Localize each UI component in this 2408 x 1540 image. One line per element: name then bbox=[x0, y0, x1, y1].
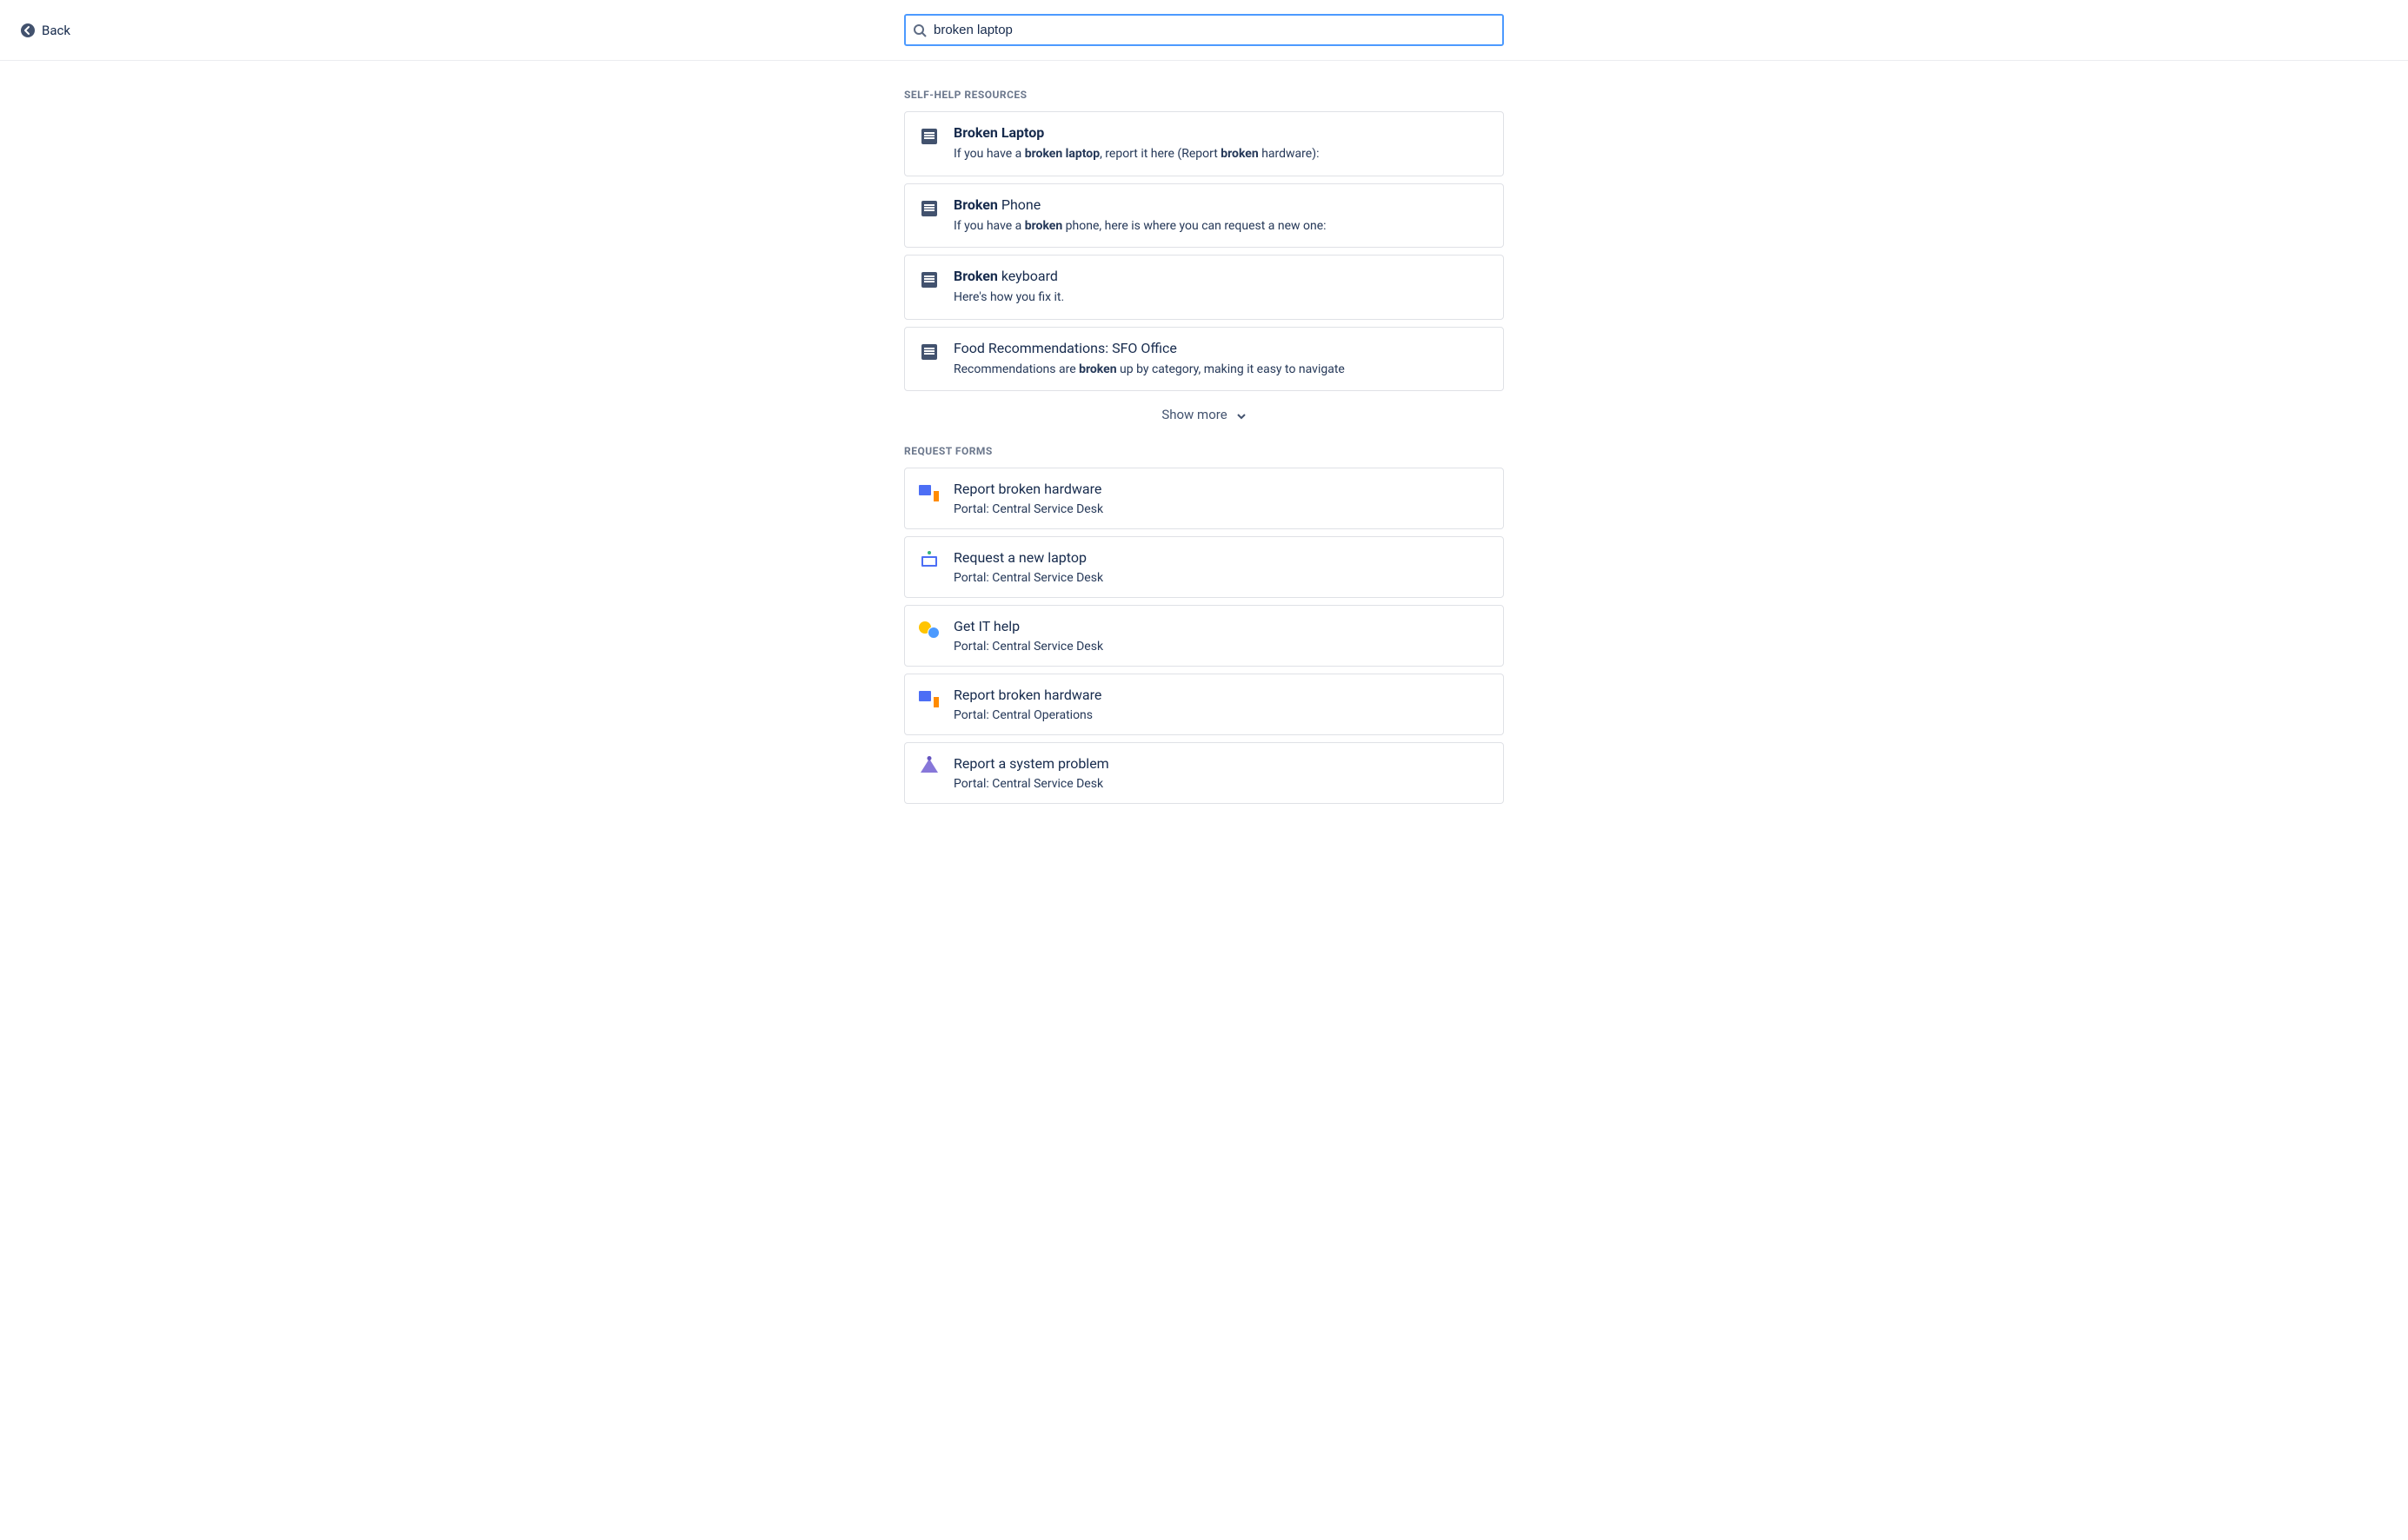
card-description: Here's how you fix it. bbox=[954, 289, 1489, 307]
request-form-title: Get IT help bbox=[954, 618, 1489, 634]
search-input[interactable] bbox=[904, 14, 1504, 46]
arrow-left-circle-icon bbox=[21, 23, 35, 37]
request-form-title: Report broken hardware bbox=[954, 481, 1489, 497]
card-title: Broken keyboard bbox=[954, 268, 1489, 284]
request-form-item[interactable]: Get IT help Portal: Central Service Desk bbox=[904, 605, 1504, 667]
self-help-item[interactable]: Broken Laptop If you have a broken laptop… bbox=[904, 111, 1504, 176]
request-form-title: Report broken hardware bbox=[954, 687, 1489, 703]
laptop-icon bbox=[919, 551, 940, 572]
request-form-portal: Portal: Central Operations bbox=[954, 708, 1489, 722]
article-icon bbox=[919, 269, 940, 290]
self-help-item[interactable]: Food Recommendations: SFO Office Recommen… bbox=[904, 327, 1504, 392]
article-icon bbox=[919, 198, 940, 219]
request-form-portal: Portal: Central Service Desk bbox=[954, 502, 1489, 516]
card-description: If you have a broken phone, here is wher… bbox=[954, 218, 1489, 236]
card-body: Request a new laptop Portal: Central Serv… bbox=[954, 549, 1489, 585]
content: SELF-HELP RESOURCES Broken Laptop If you … bbox=[904, 61, 1504, 846]
chevron-down-icon bbox=[1236, 409, 1247, 420]
show-more-label: Show more bbox=[1161, 407, 1227, 422]
article-icon bbox=[919, 126, 940, 147]
card-description: If you have a broken laptop, report it h… bbox=[954, 146, 1489, 163]
show-more-button[interactable]: Show more bbox=[904, 398, 1504, 438]
request-form-item[interactable]: Report broken hardware Portal: Central Se… bbox=[904, 468, 1504, 529]
card-body: Broken Laptop If you have a broken laptop… bbox=[954, 124, 1489, 163]
help-icon bbox=[919, 620, 940, 641]
card-title: Food Recommendations: SFO Office bbox=[954, 340, 1489, 356]
card-title: Broken Laptop bbox=[954, 124, 1489, 141]
card-description: Recommendations are broken up by categor… bbox=[954, 362, 1489, 379]
card-body: Report a system problem Portal: Central S… bbox=[954, 755, 1489, 791]
search-icon bbox=[913, 23, 927, 37]
hardware-icon bbox=[919, 482, 940, 503]
request-forms-list: Report broken hardware Portal: Central Se… bbox=[904, 468, 1504, 804]
card-title: Broken Phone bbox=[954, 196, 1489, 213]
card-body: Get IT help Portal: Central Service Desk bbox=[954, 618, 1489, 654]
request-form-portal: Portal: Central Service Desk bbox=[954, 571, 1489, 585]
self-help-list: Broken Laptop If you have a broken laptop… bbox=[904, 111, 1504, 391]
card-body: Report broken hardware Portal: Central Se… bbox=[954, 481, 1489, 516]
request-form-item[interactable]: Report a system problem Portal: Central S… bbox=[904, 742, 1504, 804]
request-form-portal: Portal: Central Service Desk bbox=[954, 640, 1489, 654]
request-form-item[interactable]: Request a new laptop Portal: Central Serv… bbox=[904, 536, 1504, 598]
request-form-item[interactable]: Report broken hardware Portal: Central Op… bbox=[904, 674, 1504, 735]
card-body: Report broken hardware Portal: Central Op… bbox=[954, 687, 1489, 722]
self-help-heading: SELF-HELP RESOURCES bbox=[904, 89, 1504, 101]
system-problem-icon bbox=[919, 757, 940, 778]
back-label: Back bbox=[42, 23, 70, 38]
request-form-portal: Portal: Central Service Desk bbox=[954, 777, 1489, 791]
self-help-item[interactable]: Broken keyboard Here's how you fix it. bbox=[904, 255, 1504, 320]
card-body: Food Recommendations: SFO Office Recommen… bbox=[954, 340, 1489, 379]
card-body: Broken keyboard Here's how you fix it. bbox=[954, 268, 1489, 307]
search-input-wrapper bbox=[904, 14, 1504, 46]
hardware-icon bbox=[919, 688, 940, 709]
request-form-title: Report a system problem bbox=[954, 755, 1489, 772]
card-body: Broken Phone If you have a broken phone, … bbox=[954, 196, 1489, 236]
request-form-title: Request a new laptop bbox=[954, 549, 1489, 566]
top-bar: Back bbox=[0, 0, 2408, 61]
back-button[interactable]: Back bbox=[21, 23, 282, 38]
article-icon bbox=[919, 342, 940, 362]
self-help-item[interactable]: Broken Phone If you have a broken phone, … bbox=[904, 183, 1504, 249]
request-forms-heading: REQUEST FORMS bbox=[904, 445, 1504, 457]
